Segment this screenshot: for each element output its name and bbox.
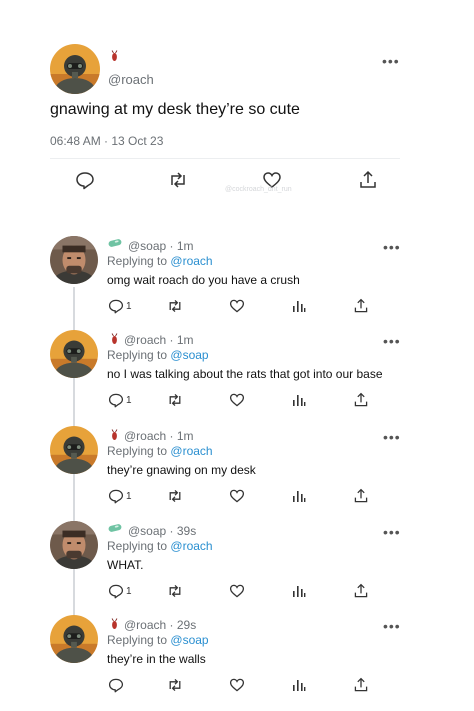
share-icon[interactable] [358, 170, 378, 190]
separator: · [166, 239, 177, 253]
reply-icon[interactable] [108, 583, 124, 599]
reply-timestamp[interactable]: 1m [177, 429, 194, 443]
more-icon[interactable]: ••• [383, 619, 401, 633]
avatar[interactable] [50, 330, 98, 378]
reply-handle[interactable]: @soap [128, 239, 166, 253]
separator: · [166, 429, 177, 443]
reply-action[interactable]: 1 [108, 392, 132, 408]
share-icon[interactable] [353, 583, 369, 599]
avatar[interactable] [50, 615, 98, 663]
avatar[interactable] [50, 44, 100, 94]
share-icon[interactable] [353, 392, 369, 408]
replying-to-label: Replying to [107, 633, 168, 647]
replying-to-handle[interactable]: @roach [170, 539, 212, 553]
more-icon[interactable]: ••• [383, 334, 401, 348]
retweet-icon[interactable] [166, 392, 184, 408]
main-timestamp[interactable]: 06:48 AM · 13 Oct 23 [50, 134, 163, 148]
reply-count: 1 [126, 300, 132, 312]
retweet-icon[interactable] [166, 488, 184, 504]
reply-timestamp[interactable]: 1m [177, 333, 194, 347]
retweet-icon[interactable] [166, 298, 184, 314]
reply-action[interactable]: 1 [108, 583, 132, 599]
reply-action-bar: 1 [108, 583, 378, 607]
more-icon[interactable]: ••• [383, 430, 401, 444]
avatar[interactable] [50, 426, 98, 474]
replying-to-label: Replying to [107, 539, 168, 553]
reply-handle[interactable]: @roach [124, 429, 166, 443]
like-icon[interactable] [229, 298, 245, 314]
reply-timestamp[interactable]: 39s [177, 524, 196, 538]
reply-action[interactable]: 1 [108, 488, 132, 504]
replying-to-handle[interactable]: @soap [170, 348, 208, 362]
like-icon[interactable] [229, 488, 245, 504]
views-icon[interactable] [291, 583, 307, 599]
replying-to-handle[interactable]: @roach [170, 254, 212, 268]
reply-action[interactable] [108, 677, 126, 693]
reply-count: 1 [126, 585, 132, 597]
roach-badge-icon [110, 618, 119, 630]
avatar[interactable] [50, 521, 98, 569]
reply-icon[interactable] [108, 677, 124, 693]
roach-badge-icon [110, 333, 119, 345]
avatar[interactable] [50, 236, 98, 284]
reply-timestamp[interactable]: 29s [177, 618, 196, 632]
views-icon[interactable] [291, 677, 307, 693]
reply-handle[interactable]: @soap [128, 524, 166, 538]
separator: · [166, 618, 177, 632]
reply-text: WHAT. [107, 558, 144, 572]
share-icon[interactable] [353, 488, 369, 504]
reply-icon[interactable] [108, 392, 124, 408]
like-icon[interactable] [229, 677, 245, 693]
reply-timestamp[interactable]: 1m [177, 239, 194, 253]
roach-badge-icon [110, 50, 119, 62]
reply-text: they’re gnawing on my desk [107, 463, 256, 477]
more-icon[interactable]: ••• [383, 525, 401, 539]
retweet-icon[interactable] [166, 583, 184, 599]
replying-to-handle[interactable]: @soap [170, 633, 208, 647]
replying-to-label: Replying to [107, 444, 168, 458]
reply-icon[interactable] [108, 488, 124, 504]
more-icon[interactable]: ••• [382, 54, 400, 68]
reply-icon[interactable] [75, 170, 95, 190]
reply-action-bar: 1 [108, 392, 378, 416]
separator: · [166, 333, 177, 347]
retweet-icon[interactable] [167, 170, 189, 190]
like-icon[interactable] [229, 583, 245, 599]
replying-to-label: Replying to [107, 348, 168, 362]
reply-count: 1 [126, 490, 132, 502]
main-tweet-text: gnawing at my desk they’re so cute [50, 101, 300, 118]
views-icon[interactable] [291, 392, 307, 408]
soap-badge-icon [108, 239, 122, 247]
replying-to-handle[interactable]: @roach [170, 444, 212, 458]
reply-text: they’re in the walls [107, 652, 206, 666]
share-icon[interactable] [353, 677, 369, 693]
roach-badge-icon [110, 429, 119, 441]
like-icon[interactable] [229, 392, 245, 408]
soap-badge-icon [108, 524, 122, 532]
watermark: @cockroach_dnt_run [225, 186, 292, 193]
separator: · [166, 524, 177, 538]
views-icon[interactable] [291, 298, 307, 314]
reply-handle[interactable]: @roach [124, 333, 166, 347]
views-icon[interactable] [291, 488, 307, 504]
share-icon[interactable] [353, 298, 369, 314]
reply-count: 1 [126, 394, 132, 406]
reply-action-bar: 1 [108, 298, 378, 322]
reply-action[interactable]: 1 [108, 298, 132, 314]
reply-text: omg wait roach do you have a crush [107, 273, 300, 287]
reply-handle[interactable]: @roach [124, 618, 166, 632]
main-handle[interactable]: @roach [108, 72, 154, 87]
replying-to-label: Replying to [107, 254, 168, 268]
retweet-icon[interactable] [166, 677, 184, 693]
reply-text: no I was talking about the rats that got… [107, 367, 383, 381]
more-icon[interactable]: ••• [383, 240, 401, 254]
reply-icon[interactable] [108, 298, 124, 314]
divider [50, 158, 400, 159]
reply-action-bar [108, 677, 378, 701]
reply-action-bar: 1 [108, 488, 378, 512]
